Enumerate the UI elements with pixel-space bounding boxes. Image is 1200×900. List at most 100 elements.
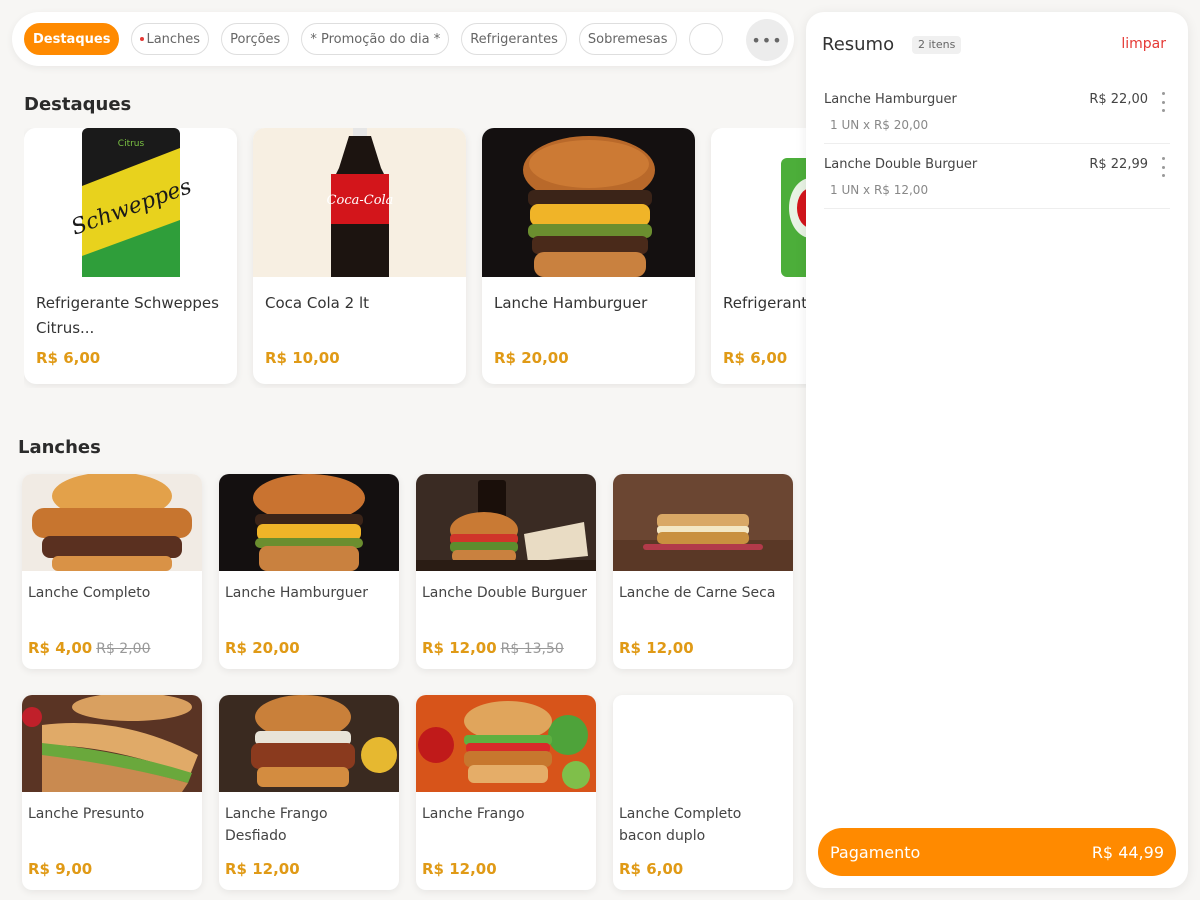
product-price: R$ 12,00 bbox=[619, 639, 694, 657]
product-name: Lanche Hamburguer bbox=[494, 294, 648, 312]
product-name: Lanche Frango bbox=[422, 806, 525, 822]
product-name: Lanche Completo bacon duplo bbox=[619, 806, 742, 844]
product-image bbox=[22, 695, 202, 792]
burger-icon bbox=[32, 474, 192, 571]
schweppes-can-icon: Schweppes Citrus bbox=[68, 128, 195, 277]
product-name: Lanche de Carne Seca bbox=[619, 585, 776, 601]
product-image: Schweppes Citrus bbox=[24, 128, 237, 277]
product-price: R$ 20,00 bbox=[494, 349, 569, 367]
product-price: R$ 12,00 bbox=[422, 860, 497, 878]
section-title-lanches: Lanches bbox=[18, 437, 101, 458]
summary-item-price: R$ 22,99 bbox=[1089, 157, 1148, 172]
product-card-lanche-completo[interactable]: Lanche Completo R$ 4,00 R$ 2,00 bbox=[22, 474, 202, 669]
product-name: Coca Cola 2 lt bbox=[265, 294, 369, 312]
product-image bbox=[482, 128, 695, 277]
product-image-placeholder bbox=[613, 695, 793, 792]
svg-text:Coca-Cola: Coca-Cola bbox=[327, 193, 394, 208]
product-card-schweppes[interactable]: Schweppes Citrus Refrigerante Schweppes … bbox=[24, 128, 237, 384]
product-current-price: R$ 20,00 bbox=[225, 639, 300, 657]
product-card-lanche-double-burguer[interactable]: Lanche Double Burguer R$ 12,00 R$ 13,50 bbox=[416, 474, 596, 669]
product-name: Lanche Frango Desfiado bbox=[225, 806, 328, 844]
product-card-antartica[interactable]: Refrigerante Antartica R$ 6,00 bbox=[711, 128, 806, 384]
kebab-menu-icon[interactable] bbox=[1160, 92, 1166, 112]
product-image: Coca-Cola bbox=[253, 128, 466, 277]
product-name: Refrigerante Antartica bbox=[723, 294, 806, 312]
product-price: R$ 6,00 bbox=[36, 349, 101, 367]
section-title-destaques: Destaques bbox=[24, 94, 132, 115]
burger-icon bbox=[418, 701, 590, 789]
category-chip-label: Destaques bbox=[33, 31, 111, 47]
product-card-coca-cola[interactable]: Coca-Cola Coca Cola 2 lt R$ 10,00 bbox=[253, 128, 466, 384]
product-name: Lanche Completo bbox=[28, 585, 151, 601]
burger-icon bbox=[523, 136, 655, 277]
product-old-price: R$ 13,50 bbox=[500, 641, 564, 657]
summary-title: Resumo bbox=[822, 34, 895, 55]
product-old-price: R$ 2,00 bbox=[96, 641, 151, 657]
scroll-fade bbox=[720, 12, 746, 66]
product-card-lanche-presunto[interactable]: Lanche Presunto R$ 9,00 bbox=[22, 695, 202, 890]
product-price: R$ 6,00 bbox=[723, 349, 788, 367]
payment-button[interactable]: Pagamento R$ 44,99 bbox=[818, 828, 1176, 876]
product-name: Lanche Presunto bbox=[28, 806, 145, 822]
sandwich-icon bbox=[613, 514, 793, 571]
category-chip-label: * Promoção do dia * bbox=[310, 31, 441, 47]
category-chip-destaques[interactable]: Destaques bbox=[24, 23, 120, 55]
product-image bbox=[711, 128, 806, 277]
product-card-lanche-frango-desfiado[interactable]: Lanche Frango Desfiado R$ 12,00 bbox=[219, 695, 399, 890]
product-current-price: R$ 12,00 bbox=[422, 639, 497, 657]
destaques-carousel: Schweppes Citrus Refrigerante Schweppes … bbox=[24, 128, 806, 388]
summary-item-name: Lanche Double Burguer bbox=[824, 157, 978, 172]
category-chip-label: Porções bbox=[230, 31, 281, 47]
product-image bbox=[613, 474, 793, 571]
product-current-price: R$ 12,00 bbox=[619, 639, 694, 657]
clear-order-link[interactable]: limpar bbox=[1121, 36, 1166, 52]
product-current-price: R$ 6,00 bbox=[619, 860, 684, 878]
summary-item[interactable]: Lanche Hamburguer R$ 22,00 1 UN x R$ 20,… bbox=[824, 82, 1170, 144]
category-chip-promocao[interactable]: * Promoção do dia * bbox=[301, 23, 450, 55]
category-chip-label: Lanches bbox=[146, 31, 201, 47]
product-card-lanche-carne-seca[interactable]: Lanche de Carne Seca R$ 12,00 bbox=[613, 474, 793, 669]
summary-item-detail: 1 UN x R$ 20,00 bbox=[830, 118, 929, 132]
product-image bbox=[219, 474, 399, 571]
product-card-lanche-frango[interactable]: Lanche Frango R$ 12,00 bbox=[416, 695, 596, 890]
product-price: R$ 20,00 bbox=[225, 639, 300, 657]
category-chip-partial[interactable] bbox=[688, 23, 724, 55]
product-price: R$ 10,00 bbox=[265, 349, 340, 367]
kebab-menu-icon[interactable] bbox=[1160, 157, 1166, 177]
more-categories-button[interactable]: ••• bbox=[746, 19, 788, 61]
product-card-hamburguer[interactable]: Lanche Hamburguer R$ 20,00 bbox=[482, 128, 695, 384]
product-image bbox=[219, 695, 399, 792]
burger-icon bbox=[416, 480, 596, 571]
category-chip-sobremesas[interactable]: Sobremesas bbox=[578, 23, 677, 55]
product-name: Refrigerante Schweppes Citrus... bbox=[36, 294, 219, 337]
product-price: R$ 9,00 bbox=[28, 860, 92, 878]
product-current-price: R$ 12,00 bbox=[422, 860, 497, 878]
coca-cola-bottle-icon: Coca-Cola bbox=[327, 128, 394, 277]
sandwich-icon bbox=[22, 695, 198, 792]
category-chip-label: Refrigerantes bbox=[470, 31, 558, 47]
product-price: R$ 12,00 R$ 13,50 bbox=[422, 639, 564, 657]
product-current-price: R$ 9,00 bbox=[28, 860, 93, 878]
items-count-badge: 2 itens bbox=[912, 36, 962, 54]
product-name: Lanche Double Burguer bbox=[422, 585, 588, 601]
category-chip-label: Sobremesas bbox=[587, 31, 668, 47]
product-current-price: R$ 12,00 bbox=[225, 860, 300, 878]
order-summary-panel: Resumo 2 itens limpar Lanche Hamburguer … bbox=[806, 12, 1188, 888]
order-total: R$ 44,99 bbox=[1091, 842, 1164, 862]
product-image bbox=[416, 695, 596, 792]
product-price: R$ 4,00 R$ 2,00 bbox=[28, 639, 150, 657]
category-chip-lanches[interactable]: Lanches bbox=[131, 23, 210, 55]
category-bar: Destaques Lanches Porções * Promoção do … bbox=[12, 12, 794, 66]
category-chip-refrigerantes[interactable]: Refrigerantes bbox=[461, 23, 567, 55]
guarana-can-icon bbox=[781, 158, 806, 277]
product-price: R$ 6,00 bbox=[619, 860, 683, 878]
summary-item[interactable]: Lanche Double Burguer R$ 22,99 1 UN x R$… bbox=[824, 147, 1170, 209]
product-card-lanche-hamburguer[interactable]: Lanche Hamburguer R$ 20,00 bbox=[219, 474, 399, 669]
product-current-price: R$ 4,00 bbox=[28, 639, 93, 657]
more-dots-icon: ••• bbox=[751, 30, 783, 50]
product-card-lanche-completo-bacon-duplo[interactable]: Lanche Completo bacon duplo R$ 6,00 bbox=[613, 695, 793, 890]
category-chip-porcoes[interactable]: Porções bbox=[221, 23, 290, 55]
summary-item-price: R$ 22,00 bbox=[1089, 92, 1148, 107]
product-price: R$ 12,00 bbox=[225, 860, 300, 878]
summary-item-detail: 1 UN x R$ 12,00 bbox=[830, 183, 929, 197]
